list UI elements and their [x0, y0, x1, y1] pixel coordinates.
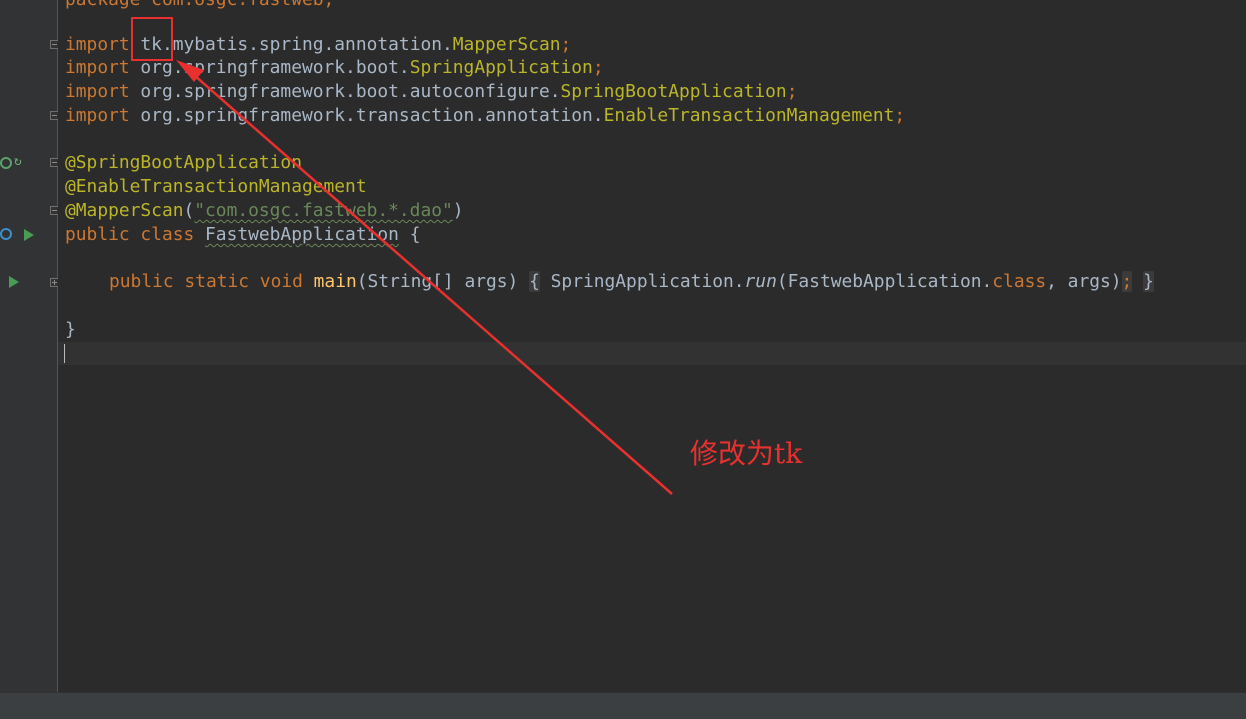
bottom-status-bar: [0, 692, 1246, 719]
arrow-annotation: [176, 60, 673, 495]
annotation-note-text: 修改为tk: [690, 437, 803, 470]
arrow-shaft: [185, 67, 673, 495]
